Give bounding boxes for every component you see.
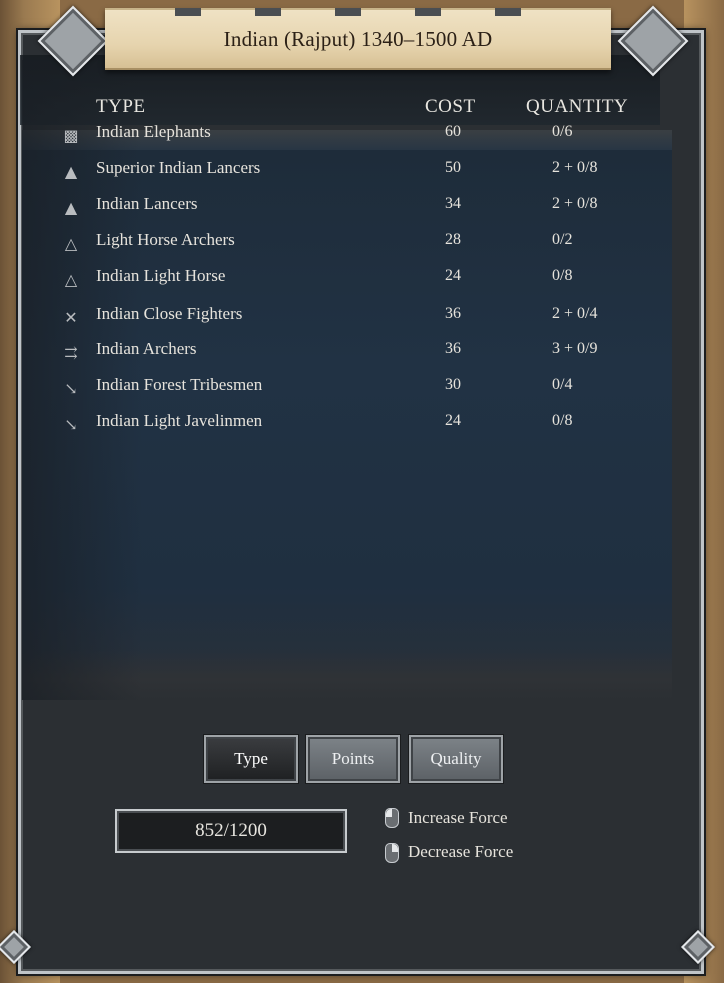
unit-cost: 60 — [445, 123, 461, 140]
unit-cost: 24 — [445, 412, 461, 429]
unit-cost: 36 — [445, 305, 461, 322]
unit-quantity: 0/2 — [552, 231, 573, 248]
unit-name: Indian Archers — [96, 339, 197, 358]
unit-cost: 50 — [445, 159, 461, 176]
unit-cost: 34 — [445, 195, 461, 212]
force-points-display: 852/1200 — [115, 809, 347, 853]
heavy-cavalry-icon: ▲ — [64, 198, 78, 217]
unit-quantity: 0/8 — [552, 267, 573, 284]
unit-row-indian-elephants[interactable]: ▩ Indian Elephants 60 0/6 — [58, 122, 658, 152]
unit-row-indian-light-horse[interactable]: △ Indian Light Horse 24 0/8 — [58, 266, 658, 296]
unit-name: Indian Close Fighters — [96, 304, 243, 323]
unit-cost: 30 — [445, 376, 461, 393]
unit-name: Indian Light Javelinmen — [96, 411, 263, 430]
unit-quantity: 2 + 0/4 — [552, 305, 598, 322]
sort-quality-button[interactable]: Quality — [408, 734, 504, 784]
unit-cost: 28 — [445, 231, 461, 248]
decrease-force-hint: Decrease Force — [408, 842, 514, 861]
unit-quantity: 0/8 — [552, 412, 573, 429]
header-cost[interactable]: COST — [425, 96, 476, 118]
unit-row-light-horse-archers[interactable]: △ Light Horse Archers 28 0/2 — [58, 230, 658, 260]
sort-type-button[interactable]: Type — [203, 734, 299, 784]
elephant-icon: ▩ — [63, 126, 79, 145]
javelin-icon: ↘ — [64, 415, 78, 434]
unit-row-indian-lancers[interactable]: ▲ Indian Lancers 34 2 + 0/8 — [58, 194, 658, 224]
unit-name: Indian Elephants — [96, 122, 211, 141]
header-type[interactable]: TYPE — [96, 96, 146, 118]
unit-name: Indian Light Horse — [96, 266, 226, 285]
unit-name: Indian Forest Tribesmen — [96, 375, 263, 394]
increase-force-hint: Increase Force — [408, 808, 508, 827]
unit-name: Superior Indian Lancers — [96, 158, 261, 177]
header-quantity[interactable]: QUANTITY — [526, 96, 628, 118]
light-cavalry-icon: △ — [64, 234, 78, 253]
unit-quantity: 0/6 — [552, 123, 573, 140]
javelin-icon: ↘ — [64, 379, 78, 398]
unit-quantity: 0/4 — [552, 376, 573, 393]
unit-cost: 24 — [445, 267, 461, 284]
unit-row-indian-archers[interactable]: ⇉ Indian Archers 36 3 + 0/9 — [58, 339, 658, 369]
unit-quantity: 2 + 0/8 — [552, 195, 598, 212]
unit-row-superior-indian-lancers[interactable]: ▲ Superior Indian Lancers 50 2 + 0/8 — [58, 158, 658, 188]
heavy-cavalry-icon: ▲ — [64, 162, 78, 181]
unit-name: Indian Lancers — [96, 194, 198, 213]
unit-row-indian-close-fighters[interactable]: ✕ Indian Close Fighters 36 2 + 0/4 — [58, 304, 658, 334]
crossed-swords-icon: ✕ — [64, 308, 78, 327]
unit-cost: 36 — [445, 340, 461, 357]
left-mouse-button-icon — [385, 808, 399, 828]
unit-row-indian-light-javelinmen[interactable]: ↘ Indian Light Javelinmen 24 0/8 — [58, 411, 658, 441]
right-mouse-button-icon — [385, 843, 399, 863]
unit-name: Light Horse Archers — [96, 230, 235, 249]
unit-quantity: 2 + 0/8 — [552, 159, 598, 176]
unit-quantity: 3 + 0/9 — [552, 340, 598, 357]
arrows-icon: ⇉ — [64, 343, 78, 362]
army-title: Indian (Rajput) 1340–1500 AD — [223, 26, 493, 51]
unit-row-indian-forest-tribesmen[interactable]: ↘ Indian Forest Tribesmen 30 0/4 — [58, 375, 658, 405]
title-scroll: Indian (Rajput) 1340–1500 AD — [105, 8, 611, 70]
light-cavalry-icon: △ — [64, 270, 78, 289]
sort-points-button[interactable]: Points — [305, 734, 401, 784]
